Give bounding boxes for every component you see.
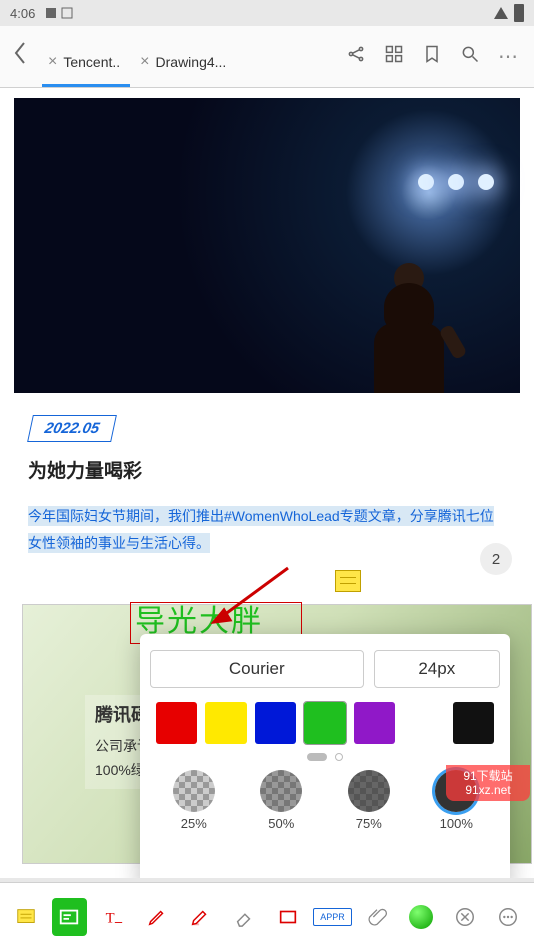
color-blue[interactable] <box>255 702 296 744</box>
article-title: 为她力量喝彩 <box>28 456 506 483</box>
wifi-icon <box>494 7 508 19</box>
svg-text:T: T <box>106 910 115 926</box>
text-style-popup: Courier 24px 25% 50% 75% 100% <box>140 634 510 878</box>
size-selector[interactable]: 24px <box>374 650 500 688</box>
bookmark-icon[interactable] <box>422 44 442 69</box>
status-bar: 4:06 <box>0 0 534 26</box>
rectangle-tool[interactable] <box>270 898 306 936</box>
color-green[interactable] <box>304 702 345 744</box>
shape-fill-tool[interactable] <box>403 898 439 936</box>
sticky-note-icon[interactable] <box>335 570 361 592</box>
hero-image <box>14 98 520 393</box>
tab-label: Tencent.. <box>63 54 120 70</box>
annotation-toolbar: T APPR <box>0 882 534 950</box>
eraser-tool[interactable] <box>226 898 262 936</box>
search-icon[interactable] <box>460 44 480 69</box>
note-tool[interactable] <box>8 898 44 936</box>
more-tools[interactable] <box>490 898 526 936</box>
appr-stamp-tool[interactable]: APPR <box>313 898 351 936</box>
color-swatches <box>150 702 500 744</box>
tab-drawing4[interactable]: × Drawing4... <box>134 39 236 87</box>
more-icon[interactable]: ⋯ <box>498 44 520 69</box>
attachment-tool[interactable] <box>359 898 395 936</box>
tab-label: Drawing4... <box>156 54 227 70</box>
battery-icon <box>514 4 524 22</box>
back-button[interactable] <box>0 40 40 73</box>
opacity-50[interactable] <box>260 770 302 812</box>
text-insert-tool[interactable]: T <box>95 898 131 936</box>
color-yellow[interactable] <box>205 702 246 744</box>
color-purple[interactable] <box>354 702 395 744</box>
tab-close-icon[interactable]: × <box>48 53 57 71</box>
highlighter-tool[interactable] <box>183 898 219 936</box>
opacity-75[interactable] <box>348 770 390 812</box>
opacity-25[interactable] <box>173 770 215 812</box>
share-icon[interactable] <box>346 44 366 69</box>
color-black[interactable] <box>453 702 494 744</box>
top-toolbar: × Tencent.. × Drawing4... ⋯ <box>0 26 534 88</box>
watermark-brand: 91下载站 91xz.net <box>446 765 530 801</box>
color-red[interactable] <box>156 702 197 744</box>
cancel-tool[interactable] <box>447 898 483 936</box>
page-number-badge[interactable]: 2 <box>480 543 512 575</box>
clock: 4:06 <box>10 6 35 21</box>
grid-icon[interactable] <box>384 44 404 69</box>
tab-close-icon[interactable]: × <box>140 53 149 71</box>
date-badge: 2022.05 <box>27 415 117 442</box>
document-content[interactable]: 2022.05 为她力量喝彩 今年国际妇女节期间，我们推出#WomenWhoLe… <box>0 88 534 878</box>
page-indicator <box>150 752 500 764</box>
textbox-tool[interactable] <box>52 898 88 936</box>
tab-tencent[interactable]: × Tencent.. <box>42 39 130 87</box>
pen-tool[interactable] <box>139 898 175 936</box>
notif-icon-2 <box>61 7 73 19</box>
notif-icon <box>45 7 57 19</box>
font-selector[interactable]: Courier <box>150 650 364 688</box>
article-paragraph[interactable]: 今年国际妇女节期间，我们推出#WomenWhoLead专题文章，分享腾讯七位女性… <box>28 506 494 553</box>
